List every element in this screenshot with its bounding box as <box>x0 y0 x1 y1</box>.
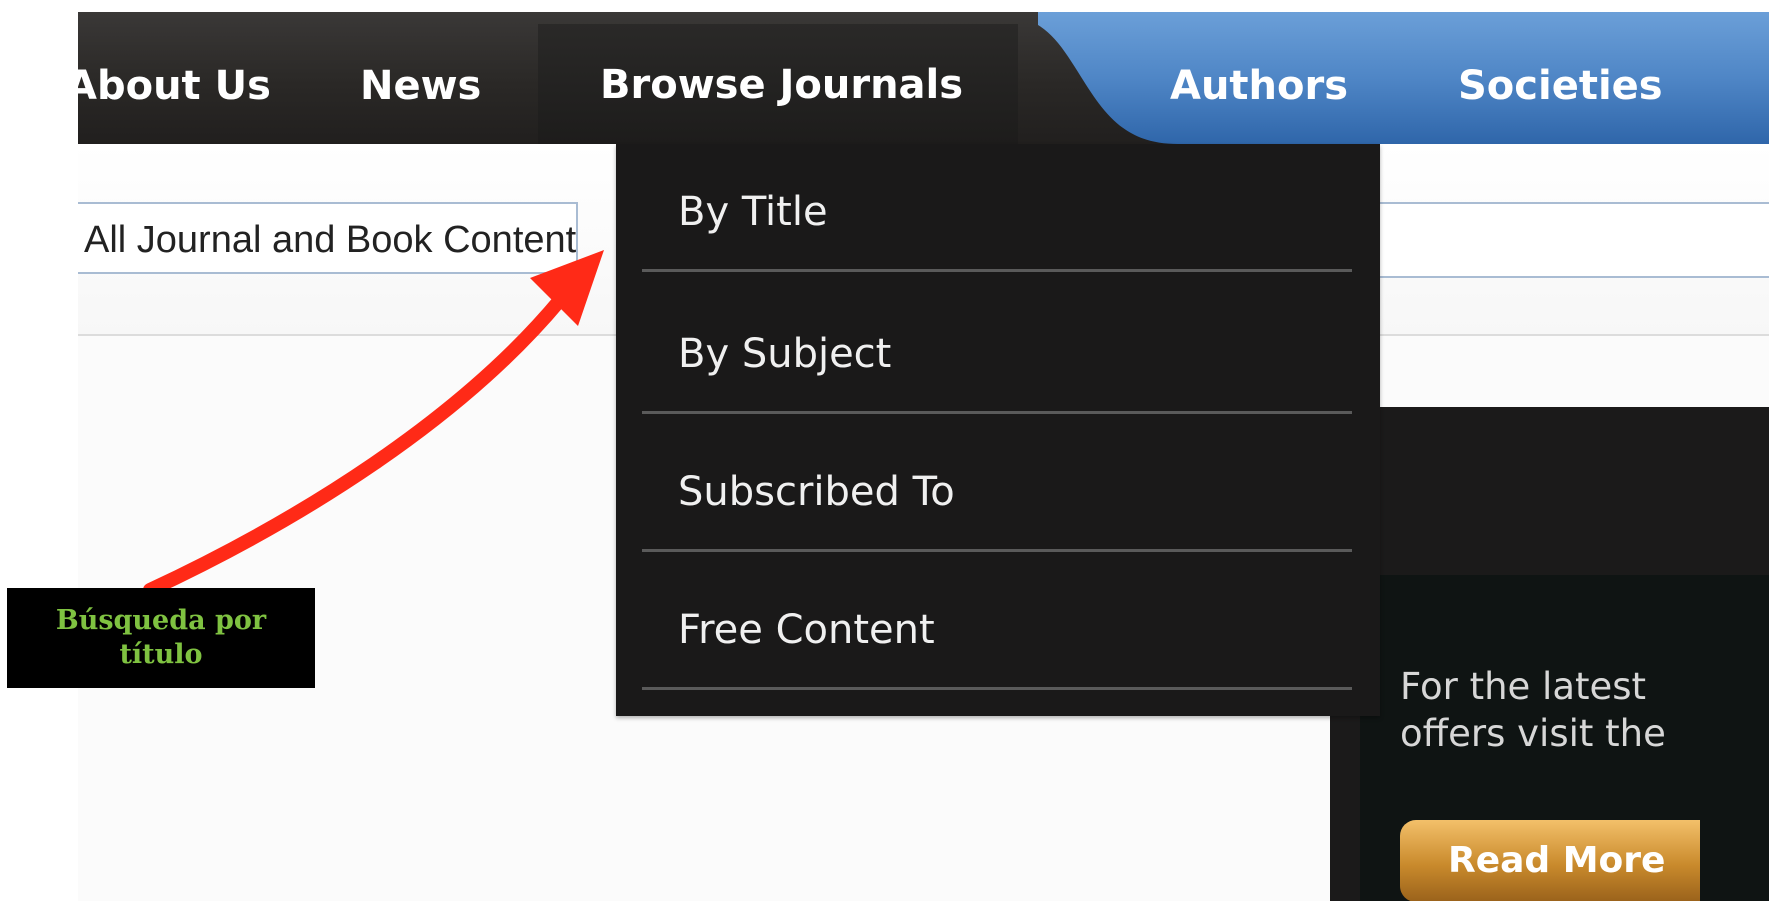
promo-inner-box: For the latest offers visit the Read Mor… <box>1360 575 1769 901</box>
dropdown-item-by-subject[interactable]: By Subject <box>642 294 1352 414</box>
nav-browse-journals[interactable]: Browse Journals <box>538 24 1018 144</box>
nav-about-us[interactable]: About Us <box>78 12 271 144</box>
nav-societies[interactable]: Societies <box>1458 12 1663 144</box>
promo-text: For the latest offers visit the <box>1400 663 1769 757</box>
callout-line-2: título <box>119 639 203 670</box>
annotation-callout: Búsqueda por título <box>7 588 315 688</box>
dropdown-item-subscribed-to[interactable]: Subscribed To <box>642 432 1352 552</box>
nav-authors[interactable]: Authors <box>1170 12 1348 144</box>
promo-text-line-2: offers visit the <box>1400 712 1666 755</box>
dropdown-item-free-content[interactable]: Free Content <box>642 570 1352 690</box>
web-page: About Us News Browse Journals Authors So… <box>78 12 1769 901</box>
browse-journals-dropdown: By Title By Subject Subscribed To Free C… <box>616 144 1380 716</box>
search-scope-select[interactable]: All Journal and Book Content <box>78 202 578 274</box>
nav-news[interactable]: News <box>360 12 481 144</box>
read-more-button[interactable]: Read More <box>1400 820 1700 901</box>
promo-panel: For the latest offers visit the Read Mor… <box>1330 407 1769 901</box>
main-nav-bar: About Us News Browse Journals Authors So… <box>78 12 1769 144</box>
dropdown-item-by-title[interactable]: By Title <box>642 152 1352 272</box>
screenshot-stage: About Us News Browse Journals Authors So… <box>0 0 1769 901</box>
callout-line-1: Búsqueda por <box>55 605 267 636</box>
promo-text-line-1: For the latest <box>1400 665 1647 708</box>
